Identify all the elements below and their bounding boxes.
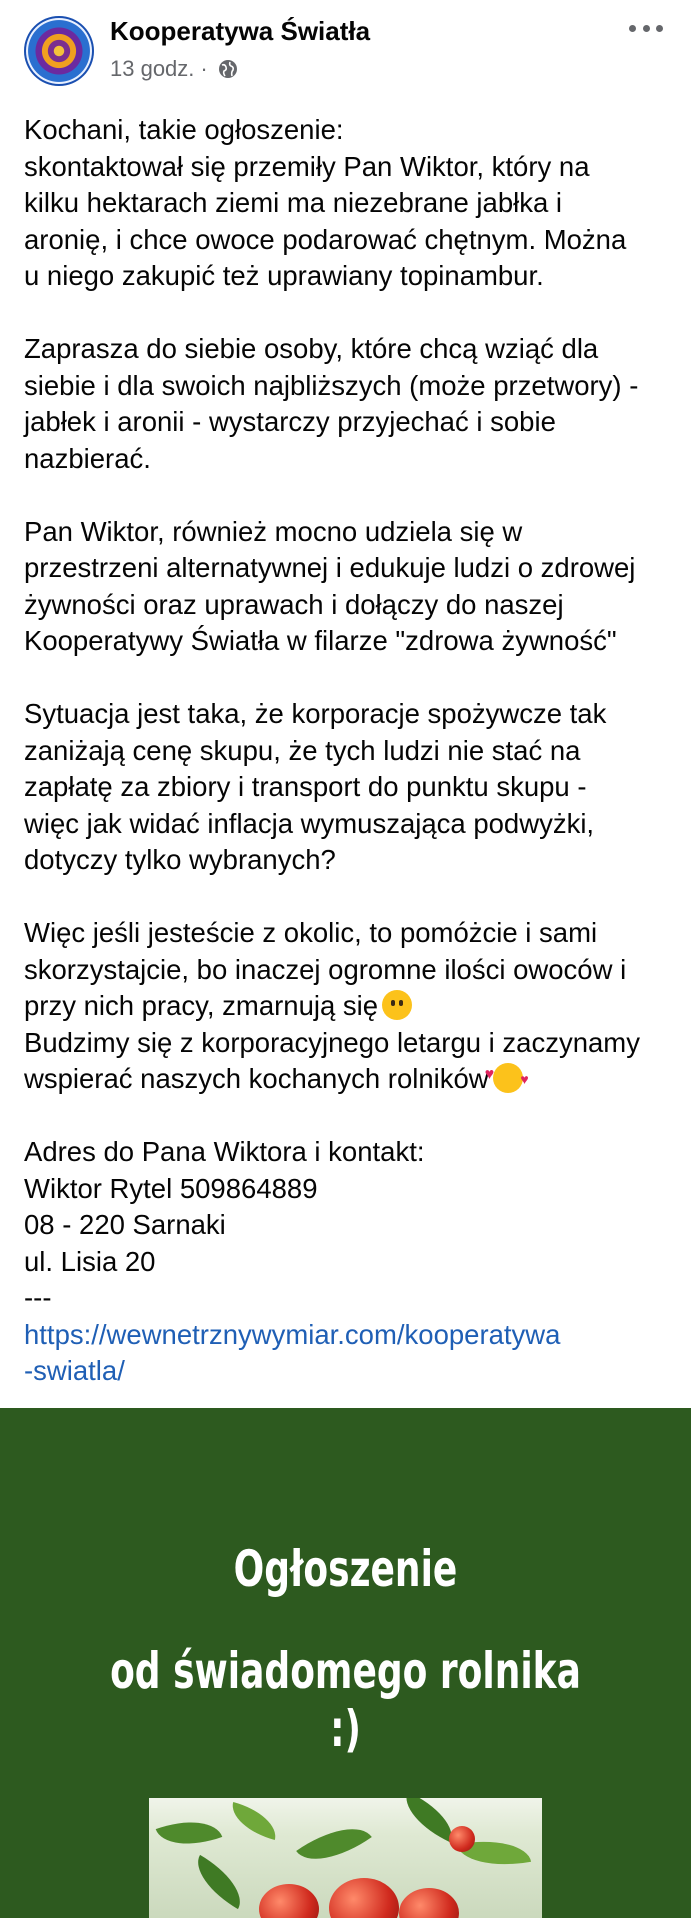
globe-icon [218,59,238,79]
paragraph-4: Sytuacja jest taka, że korporacje spożyw… [24,696,674,879]
text-line: aronię, i chce owoce podarować chętnym. … [24,223,627,255]
divider-text: --- [24,1282,52,1313]
link-line-1[interactable]: https://wewnetrznywymiar.com/kooperatywa [24,1319,560,1350]
paragraph-6: Adres do Pana Wiktora i kontakt: Wiktor … [24,1134,674,1390]
image-title-line-2: od świadomego rolnika :) [110,1642,581,1758]
post-image[interactable]: Ogłoszenie od świadomego rolnika :) [0,1408,691,1918]
paragraph-2: Zaprasza do siebie osoby, które chcą wzi… [24,331,674,477]
paragraph-3: Pan Wiktor, również mocno udziela się w … [24,514,674,660]
text-line: Zaprasza do siebie osoby, które chcą wzi… [24,333,599,364]
text-line: ul. Lisia 20 [24,1245,156,1277]
leaf-shape [296,1810,372,1878]
post-body: Kochani, takie ogłoszenie: skontaktował … [24,112,674,1390]
text-line: skontaktował się przemiły Pan Wiktor, kt… [24,150,590,182]
post-meta: 13 godz. · [110,56,238,82]
image-title-line-1: Ogłoszenie [233,1540,458,1598]
text-line: Adres do Pana Wiktora i kontakt: [24,1136,425,1167]
text-line: Budzimy się z korporacyjnego letargu i z… [24,1026,640,1058]
text-line: żywności oraz uprawach i dołączy do nasz… [24,588,564,620]
text-fragment: przy nich pracy, zmarnują się [24,990,379,1021]
link-line-2[interactable]: -swiatla/ [24,1355,125,1386]
leaf-shape [226,1801,282,1841]
post-header: Kooperatywa Światła 13 godz. · [0,0,691,100]
text-line-with-emoji: wspierać naszych kochanych rolników [24,1057,674,1098]
text-line: skorzystajcie, bo inaczej ogromne ilości… [24,953,627,985]
text-line: 08 - 220 Sarnaki [24,1209,226,1240]
more-options-icon[interactable] [629,18,663,38]
paragraph-5: Więc jeśli jesteście z okolic, to pomóżc… [24,915,674,1098]
text-line: Sytuacja jest taka, że korporacje spożyw… [24,698,607,729]
text-line: Pan Wiktor, również mocno udziela się w [24,515,523,547]
text-line: Kochani, takie ogłoszenie: [24,114,344,145]
text-line-with-emoji: przy nich pracy, zmarnują się [24,988,674,1025]
meta-separator: · [200,56,208,81]
page-name[interactable]: Kooperatywa Światła [110,16,370,47]
smiling-face-with-hearts-emoji [485,1057,529,1097]
phone-line: Wiktor Rytel 509864889 [24,1172,318,1204]
text-line: zaniżają cenę skupu, że tych ludzi nie s… [24,734,581,766]
neutral-face-emoji [382,990,413,1020]
text-line: jabłek i aronii - wystarczy przyjechać i… [24,406,556,437]
page-avatar[interactable] [24,16,94,86]
leaf-shape [155,1808,223,1858]
apple-shape [259,1884,319,1918]
text-line: zapłatę za zbiory i transport do punktu … [24,771,587,802]
apple-tree-photo [149,1798,542,1918]
apple-shape [329,1878,399,1918]
leaf-shape [186,1854,252,1910]
paragraph-1: Kochani, takie ogłoszenie: skontaktował … [24,112,674,295]
text-fragment: wspierać naszych kochanych rolników [24,1063,489,1094]
text-line: nazbierać. [24,442,151,474]
text-line: więc jak widać inflacja wymuszająca podw… [24,807,595,839]
apple-shape [399,1888,459,1918]
apple-shape [449,1826,475,1852]
text-line: dotyczy tylko wybranych? [24,844,336,875]
text-line: u niego zakupić też uprawiany topinambur… [24,260,544,291]
post-time[interactable]: 13 godz. [110,56,194,82]
text-line: siebie i dla swoich najbliższych (może p… [24,369,639,401]
post-link[interactable]: https://wewnetrznywymiar.com/kooperatywa… [24,1317,674,1390]
text-line: przestrzeni alternatywnej i edukuje ludz… [24,552,636,583]
text-line: Więc jeśli jesteście z okolic, to pomóżc… [24,917,598,948]
text-line: Kooperatywy Światła w filarze "zdrowa ży… [24,625,617,656]
text-line: kilku hektarach ziemi ma niezebrane jabł… [24,187,563,218]
